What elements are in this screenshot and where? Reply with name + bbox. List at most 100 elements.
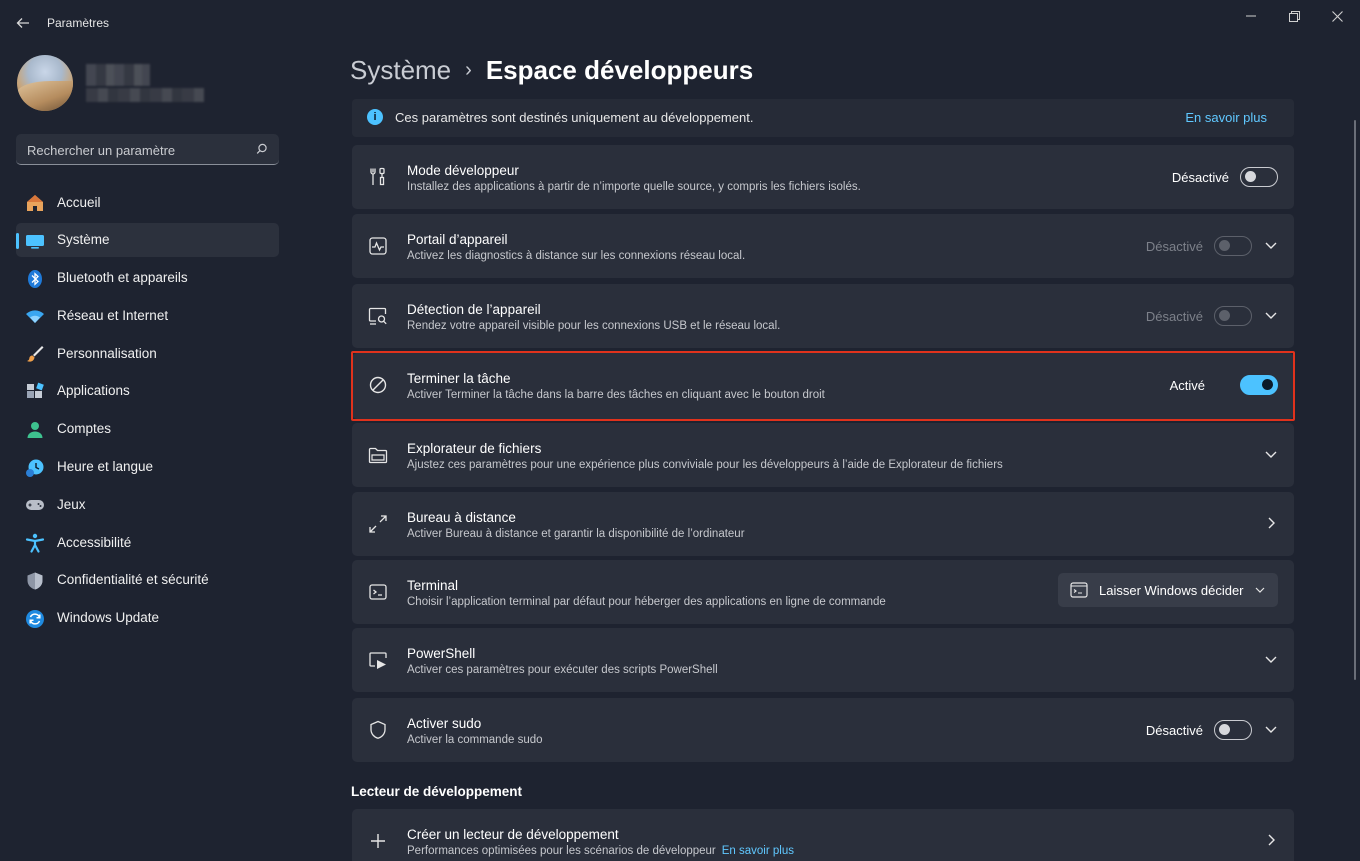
card-subtitle: Rendez votre appareil visible pour les c…: [407, 320, 781, 332]
info-bar: i Ces paramètres sont destinés uniquemen…: [352, 99, 1294, 137]
breadcrumb-parent[interactable]: Système: [350, 55, 451, 86]
sidebar-item-label: Accessibilité: [57, 534, 132, 550]
card-powershell[interactable]: PowerShell Activer ces paramètres pour e…: [352, 628, 1294, 692]
card-subtitle: Activer Bureau à distance et garantir la…: [407, 528, 745, 540]
breadcrumb: Système › Espace développeurs: [350, 55, 753, 86]
close-button[interactable]: [1322, 6, 1352, 26]
sidebar-item-label: Accueil: [57, 194, 101, 210]
sidebar-item-applications[interactable]: Applications: [16, 374, 279, 408]
plus-icon: [371, 834, 385, 848]
toggle-state-label: Désactivé: [1145, 239, 1203, 254]
user-name-blurred: [86, 64, 204, 104]
card-subtitle: Installez des applications à partir de n…: [407, 181, 861, 193]
sidebar-item-personnalisation[interactable]: Personnalisation: [16, 336, 279, 370]
chevron-down-icon[interactable]: [1264, 238, 1278, 252]
sidebar-item-jeux[interactable]: Jeux: [16, 487, 279, 521]
remote-icon: [369, 515, 387, 533]
sudo-toggle[interactable]: [1214, 720, 1252, 740]
chevron-down-icon[interactable]: [1264, 308, 1278, 322]
sidebar-item-accessibilite[interactable]: Accessibilité: [16, 525, 279, 559]
update-icon: [26, 609, 44, 628]
card-title: Bureau à distance: [407, 510, 516, 525]
back-button[interactable]: [12, 12, 34, 34]
card-title: Mode développeur: [407, 163, 519, 178]
shield-outline-icon: [370, 720, 386, 739]
window-title: Paramètres: [47, 16, 110, 30]
card-subtitle: Activer Terminer la tâche dans la barre …: [407, 389, 825, 401]
card-dev-drive[interactable]: Créer un lecteur de développement Perfor…: [352, 809, 1294, 861]
back-arrow-icon: [16, 18, 29, 28]
sidebar-item-label: Heure et langue: [57, 459, 154, 475]
scrollbar[interactable]: [1354, 120, 1356, 680]
end-task-toggle[interactable]: [1240, 375, 1278, 395]
minimize-icon: [1246, 15, 1256, 17]
device-portal-toggle[interactable]: [1214, 236, 1252, 256]
system-icon: [26, 234, 44, 249]
card-title: Terminal: [407, 578, 459, 593]
sidebar-item-bluetooth[interactable]: Bluetooth et appareils: [16, 261, 279, 295]
chevron-right-icon: [1268, 834, 1275, 846]
sidebar-item-comptes[interactable]: Comptes: [16, 412, 279, 446]
section-title: Lecteur de développement: [351, 784, 523, 799]
dropdown-value: Laisser Windows décider: [1099, 583, 1244, 598]
folder-icon: [368, 447, 388, 464]
avatar-image: [17, 81, 73, 111]
sidebar-item-windows-update[interactable]: Windows Update: [16, 601, 279, 635]
search-input[interactable]: Rechercher un paramètre: [16, 134, 279, 165]
info-icon: i: [367, 109, 383, 125]
card-subtitle: Activez les diagnostics à distance sur l…: [407, 250, 746, 262]
sidebar-item-accueil[interactable]: Accueil: [16, 185, 279, 219]
sidebar-item-systeme[interactable]: Système: [16, 222, 279, 257]
card-subtitle-text: Performances optimisées pour les scénari…: [407, 845, 716, 857]
account-icon: [27, 421, 43, 438]
card-activer-sudo[interactable]: Activer sudo Activer la commande sudo Dé…: [352, 698, 1294, 762]
card-subtitle: Activer la commande sudo: [407, 734, 543, 746]
card-detection-appareil[interactable]: Détection de l’appareil Rendez votre app…: [352, 284, 1294, 348]
learn-more-link[interactable]: En savoir plus: [1185, 110, 1267, 125]
card-title: Explorateur de fichiers: [407, 441, 542, 456]
sidebar-item-heure-langue[interactable]: Heure et langue: [16, 450, 279, 484]
terminal-app-dropdown[interactable]: Laisser Windows décider: [1058, 573, 1278, 607]
prohibited-icon: [369, 376, 387, 394]
terminal-icon: [369, 584, 387, 600]
card-subtitle: Choisir l’application terminal par défau…: [407, 596, 886, 608]
card-terminal: Terminal Choisir l’application terminal …: [352, 560, 1294, 624]
toggle-state-label: Désactivé: [1145, 309, 1203, 324]
card-portail-appareil[interactable]: Portail d’appareil Activez les diagnosti…: [352, 214, 1294, 278]
sidebar-item-confidentialite[interactable]: Confidentialité et sécurité: [16, 563, 279, 597]
wifi-icon: [26, 310, 44, 324]
device-search-icon: [368, 307, 387, 325]
card-terminer-tache: Terminer la tâche Activer Terminer la tâ…: [352, 353, 1294, 419]
gamepad-icon: [26, 500, 44, 511]
card-bureau-distance[interactable]: Bureau à distance Activer Bureau à dista…: [352, 492, 1294, 556]
terminal-app-icon: [1070, 582, 1088, 598]
powershell-icon: [369, 652, 387, 669]
developer-mode-toggle[interactable]: [1240, 167, 1278, 187]
chevron-down-icon: [1255, 587, 1265, 593]
avatar[interactable]: [17, 55, 73, 111]
search-placeholder: Rechercher un paramètre: [27, 143, 176, 158]
restore-button[interactable]: [1279, 6, 1309, 26]
dev-drive-learn-more-link[interactable]: En savoir plus: [722, 845, 794, 857]
card-explorateur-fichiers[interactable]: Explorateur de fichiers Ajustez ces para…: [352, 423, 1294, 487]
clock-icon: [26, 459, 44, 477]
card-title: Activer sudo: [407, 716, 482, 731]
sidebar-nav: Accueil Système Bluetooth et appareils R…: [16, 185, 279, 639]
sidebar-item-label: Applications: [57, 383, 130, 399]
sidebar-item-reseau[interactable]: Réseau et Internet: [16, 298, 279, 332]
chevron-down-icon[interactable]: [1264, 722, 1278, 736]
sidebar-item-label: Windows Update: [57, 610, 160, 626]
chevron-down-icon: [1265, 451, 1277, 458]
card-subtitle: Ajustez ces paramètres pour une expérien…: [407, 459, 1003, 471]
search-icon: [256, 143, 267, 154]
title-bar: Paramètres: [0, 0, 1360, 44]
minimize-button[interactable]: [1236, 6, 1266, 26]
sidebar-item-label: Comptes: [57, 421, 112, 437]
device-discovery-toggle[interactable]: [1214, 306, 1252, 326]
card-mode-developpeur: Mode développeur Installez des applicati…: [352, 145, 1294, 209]
home-icon: [27, 195, 43, 211]
chevron-right-icon: ›: [465, 59, 472, 81]
close-icon: [1331, 10, 1343, 22]
tools-icon: [370, 167, 385, 186]
sidebar-item-label: Jeux: [57, 496, 86, 512]
